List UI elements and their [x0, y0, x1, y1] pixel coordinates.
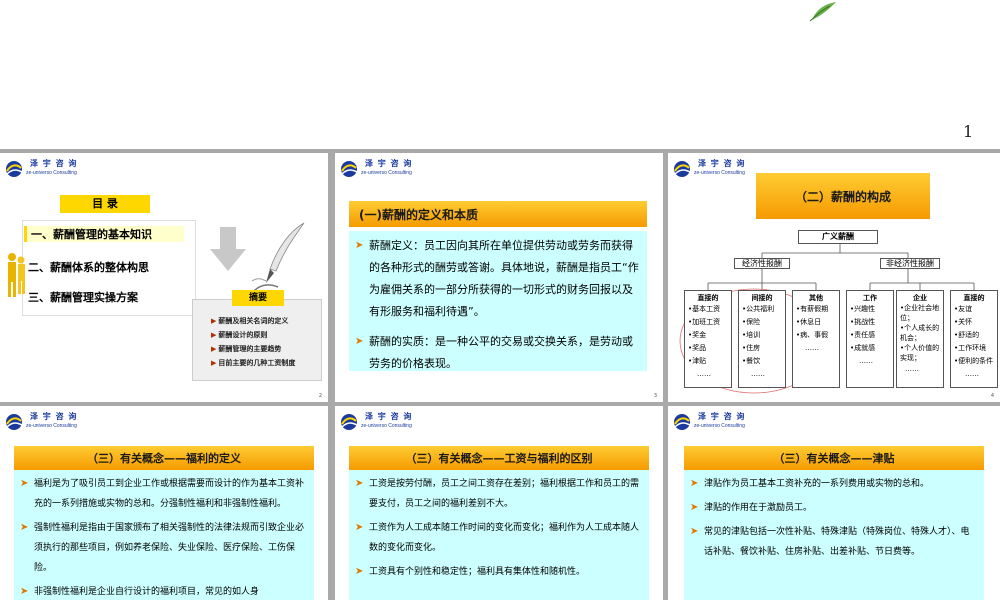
bullet-item: ➤ 工资具有个别性和稳定性；福利具有集体性和随机性。	[355, 562, 643, 582]
people-icon	[8, 253, 25, 297]
arrow-bullet-icon: ➤	[690, 502, 699, 513]
bullet-item: ➤ 薪酬定义：员工因向其所在单位提供劳动或劳务而获得的各种形式的酬劳或答谢。具体地…	[355, 235, 641, 323]
toc-header: 目 录	[60, 195, 150, 213]
logo-en: ze-universo Consulting	[26, 423, 77, 429]
arrow-bullet-icon: ➤	[355, 522, 364, 533]
logo-swirl-icon	[6, 161, 23, 177]
root-node: 广义薪酬	[798, 230, 878, 244]
bullet-item: ➤ 津贴的作用在于激励员工。	[690, 498, 978, 518]
arrow-bullet-icon: ➤	[20, 478, 29, 489]
content-box: ➤ 福利是为了吸引员工到企业工作或根据需要而设计的作为基本工资补充的一系列措施或实…	[14, 470, 314, 600]
logo-swirl-icon	[341, 161, 358, 177]
logo-cn: 泽 宇 咨 询	[30, 412, 78, 421]
bullet-item: ➤ 非强制性福利是企业自行设计的福利项目，常见的如人身	[20, 582, 308, 600]
bullet-item: ➤ 强制性福利是指由于国家颁布了相关强制性的法律法规而引致企业必须执行的那些项目，…	[20, 518, 308, 578]
slide-number: 3	[653, 393, 657, 399]
bullet-item: ➤ 福利是为了吸引员工到企业工作或根据需要而设计的作为基本工资补充的一系列措施或实…	[20, 474, 308, 514]
content-box: ➤ 津贴作为员工基本工资补充的一系列费用或实物的总和。 ➤ 津贴的作用在于激励员工。…	[684, 470, 984, 600]
content-box: ➤ 工资是按劳付酬，员工之间工资存在差别；福利根据工作和员工的需要支付，员工之间的…	[349, 470, 649, 600]
summary-item: ▶ 薪酬及相关名词的定义	[211, 317, 289, 325]
slide-title: （三）有关概念——福利的定义	[14, 446, 314, 470]
nonecon-node: 非经济性报酬	[880, 258, 940, 269]
logo: 泽 宇 咨 询 ze-universo Consulting	[4, 157, 104, 185]
logo: 泽 宇 咨 询 ze-universo Consulting	[4, 410, 104, 438]
slide-number: 4	[990, 393, 994, 399]
arrow-bullet-icon: ➤	[690, 478, 699, 489]
logo-en: ze-universo Consulting	[694, 423, 745, 429]
page-number: 1	[963, 122, 974, 141]
slide-number: 2	[318, 393, 322, 399]
logo-en: ze-universo Consulting	[361, 170, 412, 176]
summary-box: ▶ 薪酬及相关名词的定义 ▶ 薪酬设计的原则 ▶ 薪酬管理的主要趋势 ▶ 目前主要的几种…	[192, 299, 322, 381]
slide-6[interactable]: 泽 宇 咨 询 ze-universo Consulting （三）有关概念——…	[335, 406, 663, 600]
econ-node: 经济性报酬	[734, 258, 790, 269]
category-box: 直接的 •友谊 •关怀 •舒适的 •工作环境 •便利的条件……	[950, 290, 998, 388]
arrow-bullet-icon: ➤	[20, 522, 29, 533]
bullet-item: ➤ 常见的津贴包括一次性补贴、特殊津贴（特殊岗位、特殊人才）、电话补贴、餐饮补贴、…	[690, 522, 978, 562]
slide-2[interactable]: 泽 宇 咨 询 ze-universo Consulting 目 录 一、薪酬管…	[0, 153, 328, 402]
category-box: 间接的 •公共福利 •保险 •培训 •住房 •餐饮……	[738, 290, 786, 388]
summary-item: ▶ 薪酬设计的原则	[211, 331, 268, 339]
arrow-down-icon	[210, 227, 246, 271]
logo: 泽 宇 咨 询 ze-universo Consulting	[339, 410, 439, 438]
logo-en: ze-universo Consulting	[361, 423, 412, 429]
bullet-item: ➤ 工资作为人工成本随工作时间的变化而变化；福利作为人工成本随人数的变化而变化。	[355, 518, 643, 558]
category-box: 直接的 •基本工资 •加班工资 •奖金 •奖品 •津贴……	[684, 290, 732, 388]
logo-cn: 泽 宇 咨 询	[365, 412, 413, 421]
bullet-item: ➤ 薪酬的实质：是一种公平的交易或交换关系，是劳动或劳务的价格表现。	[355, 331, 641, 375]
slide-title: （三）有关概念——津贴	[684, 446, 984, 470]
summary-title: 摘要	[232, 290, 284, 306]
arrow-bullet-icon: ➤	[690, 526, 699, 537]
summary-item: ▶ 薪酬管理的主要趋势	[211, 345, 282, 353]
arrow-bullet-icon: ➤	[355, 478, 364, 489]
slide-title: （三）有关概念——工资与福利的区别	[349, 446, 649, 470]
content-box: ➤ 薪酬定义：员工因向其所在单位提供劳动或劳务而获得的各种形式的酬劳或答谢。具体地…	[349, 231, 647, 371]
toc-item-3[interactable]: 三、薪酬管理实操方案	[28, 289, 138, 305]
toc-item-2[interactable]: 二、薪酬体系的整体构思	[28, 259, 149, 275]
slide-5[interactable]: 泽 宇 咨 询 ze-universo Consulting （三）有关概念——…	[0, 406, 328, 600]
category-box: 工作 •兴趣性 •挑战性 •责任感 •成就感 ……	[846, 290, 894, 388]
arrow-bullet-icon: ➤	[355, 566, 364, 577]
bullet-item: ➤ 工资是按劳付酬，员工之间工资存在差别；福利根据工作和员工的需要支付，员工之间的…	[355, 474, 643, 514]
quill-pen-icon	[251, 222, 305, 292]
slide-3[interactable]: 泽 宇 咨 询 ze-universo Consulting (一)薪酬的定义和…	[335, 153, 663, 402]
category-box: 企业 •企业社会地位； •个人成长的机会； •个人价值的实现；……	[896, 290, 944, 388]
logo: 泽 宇 咨 询 ze-universo Consulting	[339, 157, 439, 185]
toc-item-1[interactable]: 一、薪酬管理的基本知识	[24, 226, 184, 242]
logo: 泽 宇 咨 询 ze-universo Consulting	[672, 410, 772, 438]
slide-title: (一)薪酬的定义和本质	[349, 201, 647, 227]
logo-cn: 泽 宇 咨 询	[698, 412, 746, 421]
leaf-icon	[809, 2, 836, 22]
summary-item: ▶ 目前主要的几种工资制度	[211, 359, 296, 367]
bullet-item: ➤ 津贴作为员工基本工资补充的一系列费用或实物的总和。	[690, 474, 978, 494]
category-box: 其他 •有薪假期 •休息日 •病、事假……	[792, 290, 840, 388]
slide-7[interactable]: 泽 宇 咨 询 ze-universo Consulting （三）有关概念——…	[668, 406, 1000, 600]
logo-swirl-icon	[674, 414, 691, 430]
logo-cn: 泽 宇 咨 询	[365, 159, 413, 168]
logo-en: ze-universo Consulting	[26, 170, 77, 176]
logo-cn: 泽 宇 咨 询	[30, 159, 78, 168]
logo-swirl-icon	[6, 414, 23, 430]
arrow-bullet-icon: ➤	[20, 586, 29, 597]
arrow-bullet-icon: ➤	[355, 336, 364, 347]
arrow-bullet-icon: ➤	[355, 240, 364, 251]
slide-4[interactable]: 泽 宇 咨 询 ze-universo Consulting （二）薪酬的构成 …	[668, 153, 1000, 402]
logo-swirl-icon	[341, 414, 358, 430]
